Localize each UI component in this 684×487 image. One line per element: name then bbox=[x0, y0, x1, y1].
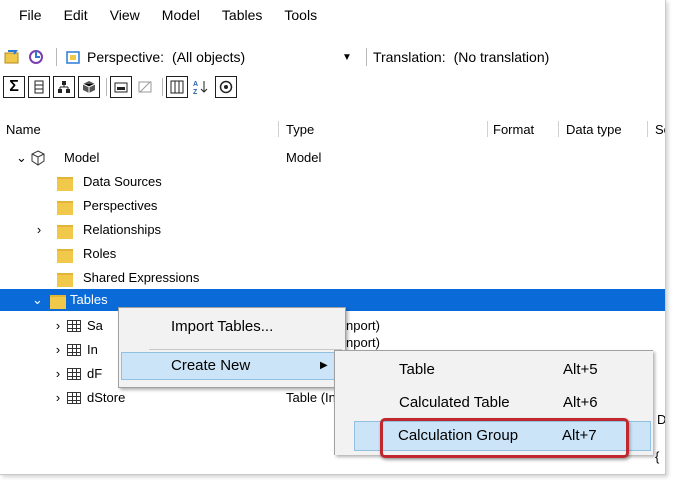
table-icon bbox=[67, 368, 81, 380]
tree-row-roles[interactable]: Roles bbox=[0, 242, 665, 266]
sort-az-icon[interactable]: AZ bbox=[191, 77, 211, 97]
tree-label-data-sources: Data Sources bbox=[83, 174, 162, 189]
toolbar-separator bbox=[56, 48, 57, 66]
submenu-item-table-label: Table bbox=[399, 361, 435, 378]
tree-label-model: Model bbox=[64, 150, 100, 165]
tree-label-perspectives: Perspectives bbox=[83, 198, 158, 213]
tree-row-perspectives[interactable]: Perspectives bbox=[0, 194, 665, 218]
chevron-right-icon[interactable]: › bbox=[53, 338, 63, 362]
folder-icon bbox=[57, 225, 73, 239]
svg-text:Z: Z bbox=[193, 89, 198, 95]
toolbar-separator bbox=[106, 78, 107, 96]
chevron-right-icon: ▶ bbox=[320, 360, 328, 371]
tree-label-table: dF bbox=[87, 366, 103, 381]
column-data-type[interactable]: Data type bbox=[566, 122, 622, 137]
info-icon[interactable] bbox=[215, 76, 237, 98]
tree-row-shared-expressions[interactable]: Shared Expressions bbox=[0, 266, 665, 290]
folder-icon bbox=[57, 177, 73, 191]
tree-label-table: Sa bbox=[87, 318, 103, 333]
hidden-objects-icon[interactable] bbox=[135, 77, 155, 97]
toolbar-view-options: Σ AZ bbox=[0, 73, 665, 101]
submenu-item-table[interactable]: Table Alt+5 bbox=[337, 355, 652, 385]
hierarchy-icon[interactable] bbox=[53, 76, 75, 98]
tree-label-roles: Roles bbox=[83, 246, 117, 261]
cube-icon[interactable] bbox=[78, 76, 100, 98]
folder-icon bbox=[57, 201, 73, 215]
column-name[interactable]: Name bbox=[6, 122, 41, 137]
partial-source-text: { bbox=[655, 449, 660, 464]
column-source[interactable]: So bbox=[655, 122, 665, 137]
tree-header: Name Type Format Data type So bbox=[0, 119, 665, 139]
menu-separator bbox=[149, 349, 342, 350]
folder-icon bbox=[57, 249, 73, 263]
tree-row-data-sources[interactable]: Data Sources bbox=[0, 170, 665, 194]
chevron-right-icon[interactable]: › bbox=[53, 386, 63, 410]
menu-file[interactable]: File bbox=[0, 0, 53, 30]
app-window: File Edit View Model Tables Tools Perspe… bbox=[0, 0, 666, 475]
folder-icon bbox=[57, 273, 73, 287]
tree-label-tables: Tables bbox=[70, 292, 108, 307]
translation-label: Translation: bbox=[372, 49, 446, 65]
submenu-item-calculated-table-label: Calculated Table bbox=[399, 394, 510, 411]
table-icon bbox=[67, 344, 81, 356]
table-icon bbox=[67, 392, 81, 404]
toolbar-perspective: Perspective: (All objects) ▼ Translation… bbox=[0, 43, 665, 71]
chevron-right-icon[interactable]: › bbox=[53, 314, 63, 338]
chevron-right-icon[interactable]: › bbox=[34, 218, 44, 242]
perspective-label: Perspective: bbox=[87, 49, 165, 65]
chevron-right-icon[interactable]: › bbox=[53, 362, 63, 386]
tree-type-model: Model bbox=[286, 150, 322, 165]
tree-label-shared-expressions: Shared Expressions bbox=[83, 270, 200, 285]
menu-item-create-new[interactable]: Create New ▶ bbox=[121, 352, 341, 380]
deploy-icon[interactable] bbox=[26, 47, 46, 67]
callout-highlight bbox=[380, 418, 629, 458]
table-icon bbox=[67, 320, 81, 332]
menu-item-import-tables-label: Import Tables... bbox=[171, 318, 274, 335]
submenu-item-table-shortcut: Alt+5 bbox=[563, 361, 598, 378]
toolbar-separator bbox=[365, 48, 367, 66]
partial-datatype-text: D bbox=[657, 412, 666, 427]
chevron-down-icon[interactable]: ▼ bbox=[342, 52, 352, 63]
columns-view-icon[interactable] bbox=[166, 76, 188, 98]
tree-row-relationships[interactable]: › Relationships bbox=[0, 218, 665, 242]
submenu-item-calculated-table-shortcut: Alt+6 bbox=[563, 394, 598, 411]
display-folders-icon[interactable] bbox=[110, 76, 132, 98]
submenu-item-calculated-table[interactable]: Calculated Table Alt+6 bbox=[337, 388, 652, 418]
tree-label-relationships: Relationships bbox=[83, 222, 162, 237]
tree-type-table: Table (In bbox=[286, 390, 336, 405]
chevron-down-icon[interactable]: ⌄ bbox=[16, 146, 27, 170]
column-type[interactable]: Type bbox=[286, 122, 314, 137]
menu-edit[interactable]: Edit bbox=[53, 0, 99, 30]
menu-item-import-tables[interactable]: Import Tables... bbox=[121, 313, 341, 341]
menu-model[interactable]: Model bbox=[151, 0, 211, 30]
menu-item-create-new-label: Create New bbox=[171, 357, 251, 374]
menu-tools[interactable]: Tools bbox=[273, 0, 328, 30]
menu-bar: File Edit View Model Tables Tools bbox=[0, 0, 665, 30]
svg-text:A: A bbox=[193, 81, 198, 88]
tree-label-table: In bbox=[87, 342, 98, 357]
tree-label-table: dStore bbox=[87, 390, 126, 405]
perspective-icon[interactable] bbox=[63, 47, 83, 67]
perspective-dropdown[interactable]: (All objects) bbox=[172, 49, 342, 65]
translation-dropdown[interactable]: (No translation) bbox=[454, 49, 550, 65]
chevron-down-icon[interactable]: ⌄ bbox=[32, 289, 43, 311]
menu-tables[interactable]: Tables bbox=[211, 0, 273, 30]
column-format[interactable]: Format bbox=[493, 122, 534, 137]
sigma-icon[interactable]: Σ bbox=[3, 76, 25, 98]
tree-row-model[interactable]: ⌄ Model Model bbox=[0, 146, 665, 170]
toolbar-separator bbox=[162, 78, 163, 96]
menu-view[interactable]: View bbox=[99, 0, 151, 30]
folder-icon bbox=[50, 295, 66, 309]
column-icon[interactable] bbox=[28, 76, 50, 98]
open-model-icon[interactable] bbox=[2, 47, 22, 67]
context-menu: Import Tables... Create New ▶ bbox=[118, 307, 346, 388]
